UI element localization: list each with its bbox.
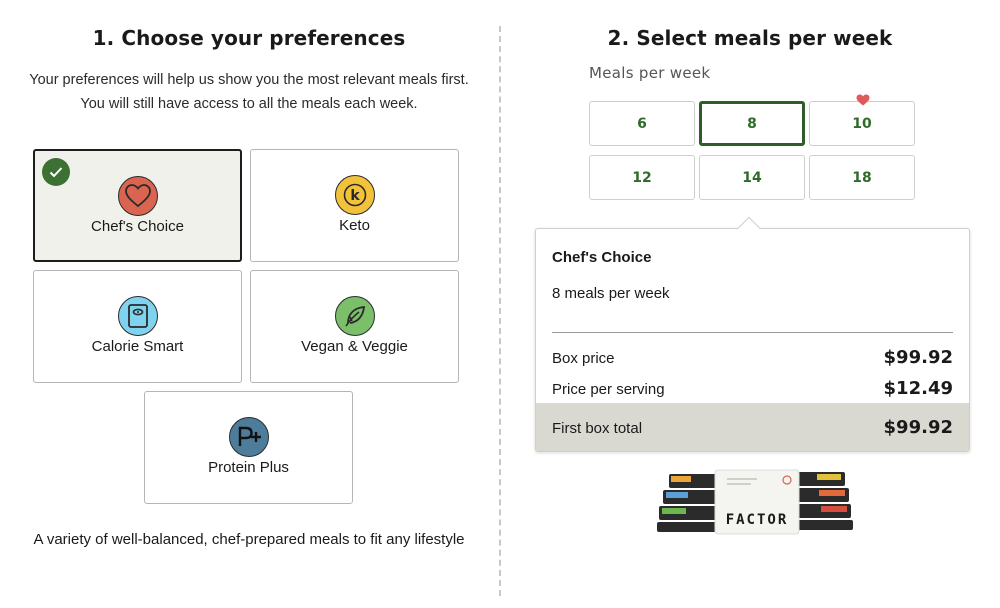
preferences-title: 1. Choose your preferences (92, 26, 406, 50)
first-box-total-label: First box total (552, 420, 643, 437)
leaf-icon (334, 296, 375, 336)
factor-logo-text: FACTOR (726, 512, 789, 528)
preferences-footer: A variety of well-balanced, chef-prepare… (33, 531, 465, 548)
box-price-value: $99.92 (883, 347, 953, 368)
meal-option-10[interactable]: 10 (809, 94, 915, 146)
pref-label: Keto (339, 217, 370, 234)
first-box-total-bar: First box total $99.92 (536, 403, 969, 451)
first-box-total-value: $99.92 (883, 417, 953, 438)
per-serving-label: Price per serving (552, 381, 665, 398)
popular-heart-icon (856, 94, 870, 106)
factor-box: FACTOR (714, 469, 800, 535)
meal-option-18[interactable]: 18 (809, 155, 915, 200)
summary-plan-name: Chef's Choice (552, 249, 652, 266)
preferences-description: Your preferences will help us show you t… (29, 72, 469, 112)
pref-label: Calorie Smart (91, 338, 184, 355)
meal-tray-stack-left (657, 474, 719, 532)
pref-card-calorie-smart[interactable]: Calorie Smart (33, 270, 242, 383)
meal-option-14[interactable]: 14 (699, 155, 805, 200)
pref-card-chefs-choice[interactable]: Chef's Choice (33, 149, 242, 262)
first-box-total-row: First box total $99.92 (552, 417, 953, 438)
order-summary: Chef's Choice 8 meals per week Box price… (535, 216, 970, 452)
keto-k-icon: k (334, 175, 375, 215)
box-price-row: Box price $99.92 (552, 347, 953, 368)
box-price-label: Box price (552, 350, 615, 367)
summary-meals-count: 8 meals per week (552, 285, 670, 302)
pref-label: Chef's Choice (91, 218, 184, 235)
meal-option-8[interactable]: 8 (699, 101, 805, 146)
heart-icon (117, 176, 158, 216)
pref-card-vegan-veggie[interactable]: Vegan & Veggie (250, 270, 459, 383)
per-serving-row: Price per serving $12.49 (552, 378, 953, 399)
pref-label: Protein Plus (208, 459, 289, 476)
summary-caret (737, 216, 761, 240)
meal-option-label: 10 (852, 115, 872, 132)
meal-option-6[interactable]: 6 (589, 101, 695, 146)
summary-divider (552, 332, 953, 333)
svg-text:k: k (350, 188, 360, 204)
meals-title: 2. Select meals per week (607, 26, 893, 50)
meals-section: 2. Select meals per week Meals per week … (500, 0, 1000, 608)
scale-icon (117, 296, 158, 336)
pref-card-keto[interactable]: k Keto (250, 149, 459, 262)
protein-p-plus-icon (228, 417, 269, 457)
meal-tray-stack-right (793, 472, 853, 530)
meal-option-12[interactable]: 12 (589, 155, 695, 200)
preferences-section: 1. Choose your preferences Your preferen… (0, 0, 498, 608)
factor-meal-boxes-image: FACTOR (657, 469, 853, 535)
per-serving-value: $12.49 (883, 378, 953, 399)
pref-card-protein-plus[interactable]: Protein Plus (144, 391, 353, 504)
checkmark-icon (42, 158, 70, 186)
meals-per-week-label: Meals per week (589, 64, 711, 82)
pref-label: Vegan & Veggie (301, 338, 408, 355)
